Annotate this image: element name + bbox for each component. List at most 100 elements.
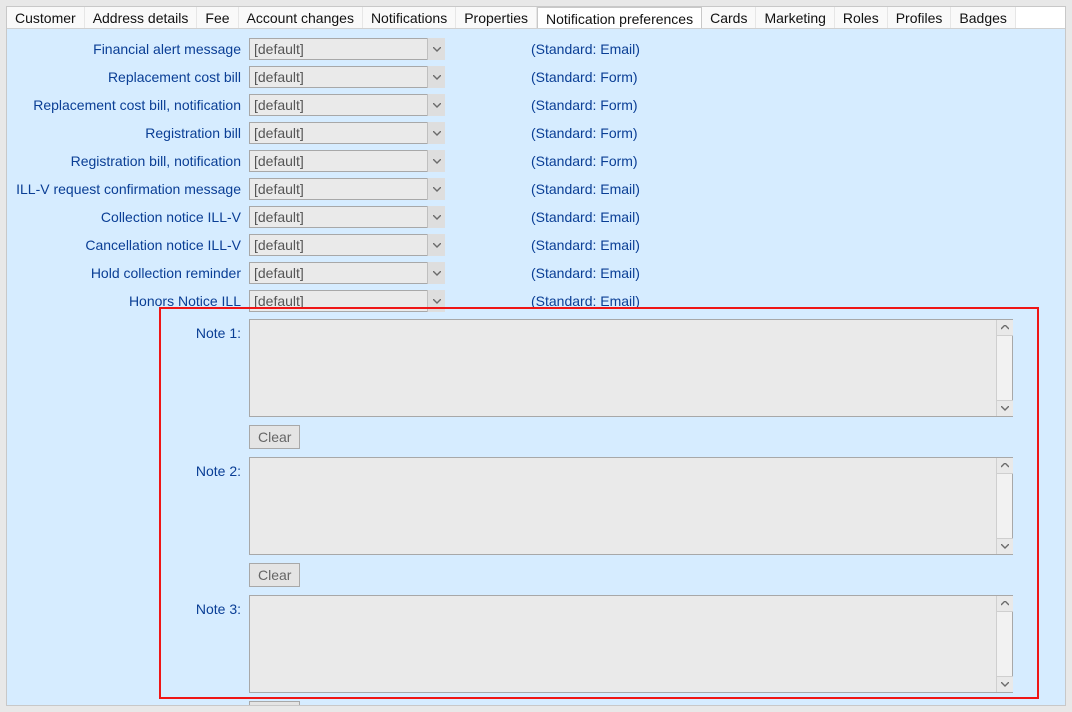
tab-customer[interactable]: Customer xyxy=(7,7,85,28)
clear-button[interactable]: Clear xyxy=(249,701,300,705)
tab-cards[interactable]: Cards xyxy=(702,7,756,28)
notification-prefs-panel: Financial alert message[default](Standar… xyxy=(7,29,1065,705)
note-label: Note 3: xyxy=(7,595,249,617)
scroll-down-icon[interactable] xyxy=(997,400,1013,416)
tab-label: Roles xyxy=(843,10,879,26)
tab-notification-preferences[interactable]: Notification preferences xyxy=(537,7,702,28)
pref-row: Collection notice ILL-V[default](Standar… xyxy=(7,203,1065,231)
note-textarea[interactable] xyxy=(250,320,996,416)
chevron-down-icon[interactable] xyxy=(427,38,445,60)
tab-properties[interactable]: Properties xyxy=(456,7,537,28)
note-textarea[interactable] xyxy=(250,596,996,692)
tab-badges[interactable]: Badges xyxy=(951,7,1015,28)
select-value[interactable]: [default] xyxy=(249,122,445,144)
select-value[interactable]: [default] xyxy=(249,66,445,88)
pref-label: Registration bill xyxy=(7,125,249,141)
pref-label: Registration bill, notification xyxy=(7,153,249,169)
scroll-up-icon[interactable] xyxy=(997,320,1013,336)
pref-select[interactable]: [default] xyxy=(249,38,445,60)
pref-standard-text: (Standard: Email) xyxy=(531,181,640,197)
note-textarea[interactable] xyxy=(250,458,996,554)
note-block: Note 3: xyxy=(7,595,1065,693)
pref-select[interactable]: [default] xyxy=(249,178,445,200)
pref-label: ILL-V request confirmation message xyxy=(7,181,249,197)
tab-notifications[interactable]: Notifications xyxy=(363,7,456,28)
pref-row: Registration bill[default] (Standard: For… xyxy=(7,119,1065,147)
tab-profiles[interactable]: Profiles xyxy=(888,7,952,28)
pref-row: Financial alert message[default](Standar… xyxy=(7,35,1065,63)
pref-select[interactable]: [default] xyxy=(249,206,445,228)
select-value[interactable]: [default] xyxy=(249,38,445,60)
tab-address-details[interactable]: Address details xyxy=(85,7,198,28)
tab-fee[interactable]: Fee xyxy=(197,7,238,28)
select-value[interactable]: [default] xyxy=(249,206,445,228)
scroll-up-icon[interactable] xyxy=(997,596,1013,612)
pref-standard-text: (Standard: Email) xyxy=(531,209,640,225)
pref-standard-text: (Standard: Form) xyxy=(531,153,638,169)
pref-select[interactable]: [default] xyxy=(249,150,445,172)
chevron-down-icon[interactable] xyxy=(427,262,445,284)
scroll-down-icon[interactable] xyxy=(997,676,1013,692)
tab-account-changes[interactable]: Account changes xyxy=(239,7,363,28)
note-block: Note 2: xyxy=(7,457,1065,555)
pref-row: Registration bill, notification[default]… xyxy=(7,147,1065,175)
chevron-down-icon[interactable] xyxy=(427,290,445,312)
chevron-down-icon[interactable] xyxy=(427,178,445,200)
note-textarea-wrap xyxy=(249,457,1013,555)
pref-label: Hold collection reminder xyxy=(7,265,249,281)
tab-label: Notifications xyxy=(371,10,447,26)
clear-button[interactable]: Clear xyxy=(249,563,300,587)
tab-roles[interactable]: Roles xyxy=(835,7,888,28)
select-value[interactable]: [default] xyxy=(249,178,445,200)
select-value[interactable]: [default] xyxy=(249,234,445,256)
tab-label: Account changes xyxy=(247,10,354,26)
pref-row: ILL-V request confirmation message[defau… xyxy=(7,175,1065,203)
pref-label: Financial alert message xyxy=(7,41,249,57)
chevron-down-icon[interactable] xyxy=(427,66,445,88)
pref-select[interactable]: [default] xyxy=(249,66,445,88)
pref-row: Cancellation notice ILL-V[default](Stand… xyxy=(7,231,1065,259)
clear-row: Clear xyxy=(7,701,1065,705)
pref-select[interactable]: [default] xyxy=(249,290,445,312)
select-value[interactable]: [default] xyxy=(249,94,445,116)
pref-label: Honors Notice ILL xyxy=(7,293,249,309)
note-textarea-wrap xyxy=(249,595,1013,693)
clear-row: Clear xyxy=(7,425,1065,449)
pref-select[interactable]: [default] xyxy=(249,94,445,116)
pref-select[interactable]: [default] xyxy=(249,234,445,256)
tab-label: Marketing xyxy=(764,10,825,26)
pref-label: Cancellation notice ILL-V xyxy=(7,237,249,253)
tab-label: Properties xyxy=(464,10,528,26)
scroll-down-icon[interactable] xyxy=(997,538,1013,554)
chevron-down-icon[interactable] xyxy=(427,122,445,144)
tab-marketing[interactable]: Marketing xyxy=(756,7,834,28)
select-value[interactable]: [default] xyxy=(249,150,445,172)
chevron-down-icon[interactable] xyxy=(427,234,445,256)
select-value[interactable]: [default] xyxy=(249,262,445,284)
pref-standard-text: (Standard: Form) xyxy=(531,125,638,141)
chevron-down-icon[interactable] xyxy=(427,94,445,116)
tab-label: Profiles xyxy=(896,10,943,26)
pref-row: Replacement cost bill, notification[defa… xyxy=(7,91,1065,119)
tab-label: Fee xyxy=(205,10,229,26)
tab-label: Cards xyxy=(710,10,747,26)
note-label: Note 1: xyxy=(7,319,249,341)
clear-button[interactable]: Clear xyxy=(249,425,300,449)
scrollbar[interactable] xyxy=(996,596,1012,692)
pref-row: Replacement cost bill[default](Standard:… xyxy=(7,63,1065,91)
chevron-down-icon[interactable] xyxy=(427,150,445,172)
tabs-bar: Customer Address details Fee Account change… xyxy=(7,7,1065,29)
pref-standard-text: (Standard: Email) xyxy=(531,265,640,281)
scrollbar[interactable] xyxy=(996,320,1012,416)
chevron-down-icon[interactable] xyxy=(427,206,445,228)
scrollbar[interactable] xyxy=(996,458,1012,554)
pref-select[interactable]: [default] xyxy=(249,262,445,284)
select-value[interactable]: [default] xyxy=(249,290,445,312)
tab-label: Customer xyxy=(15,10,76,26)
note-block: Note 1: xyxy=(7,319,1065,417)
scroll-up-icon[interactable] xyxy=(997,458,1013,474)
clear-row: Clear xyxy=(7,563,1065,587)
pref-standard-text: (Standard: Form) xyxy=(531,69,638,85)
pref-select[interactable]: [default] xyxy=(249,122,445,144)
note-textarea-wrap xyxy=(249,319,1013,417)
